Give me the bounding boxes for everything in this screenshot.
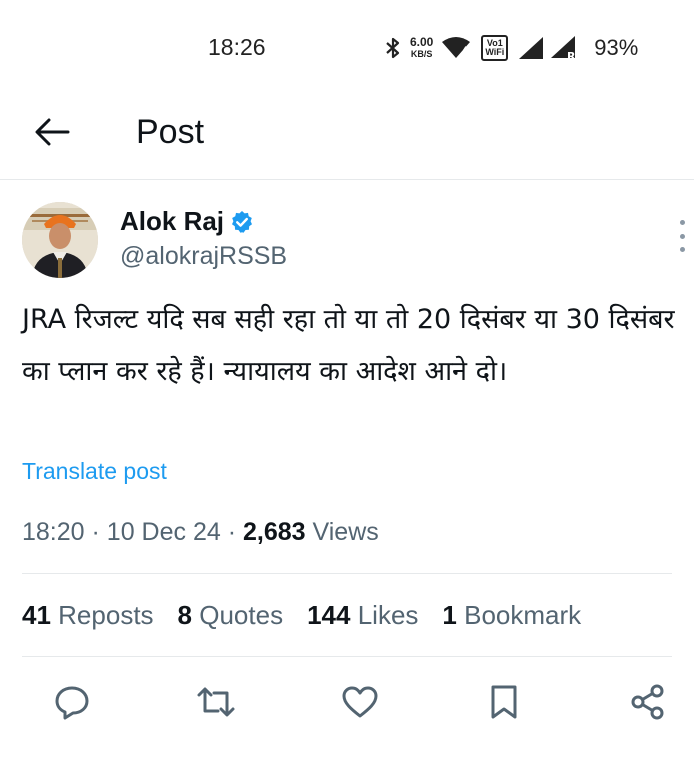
post-date: 10 Dec 24 <box>106 518 221 546</box>
more-dot-icon <box>679 220 685 225</box>
reply-button[interactable] <box>50 680 94 724</box>
meta-separator: · <box>91 518 107 546</box>
repost-button[interactable] <box>194 680 238 724</box>
likes-stat[interactable]: 144 Likes <box>307 600 418 631</box>
back-button[interactable] <box>30 110 74 154</box>
page-title: Post <box>136 113 205 151</box>
bookmark-button[interactable] <box>482 680 526 724</box>
bookmarks-stat[interactable]: 1 Bookmark <box>442 600 581 631</box>
reply-icon <box>55 686 89 720</box>
views-label[interactable]: Views <box>313 518 379 546</box>
divider <box>22 656 672 657</box>
meta-separator: · <box>227 518 243 546</box>
post-time: 18:20 <box>22 518 85 546</box>
repost-icon <box>197 687 235 717</box>
status-bar: 18:26 6.00 KB/S Vo1 WiFi R 93% <box>0 0 694 92</box>
author-name[interactable]: Alok Raj <box>120 206 254 237</box>
divider <box>22 573 672 574</box>
svg-text:R: R <box>567 50 576 61</box>
wifi-icon <box>442 37 471 58</box>
more-dot-icon <box>679 233 685 239</box>
quotes-stat[interactable]: 8 Quotes <box>178 600 284 631</box>
avatar[interactable] <box>22 202 98 278</box>
bookmark-icon <box>491 685 517 719</box>
status-time: 18:26 <box>208 34 266 60</box>
more-options-button[interactable] <box>676 220 688 252</box>
verified-badge-icon <box>232 210 253 233</box>
post-text: JRA रिजल्ट यदि सब सही रहा तो या तो 20 दि… <box>22 304 675 387</box>
like-icon <box>342 686 378 718</box>
post-stats: 41 Reposts 8 Quotes 144 Likes 1 Bookmark <box>22 600 581 631</box>
battery-percent: 93% <box>594 35 639 60</box>
post-header: Post <box>0 92 694 180</box>
post-author: Alok Raj @alokrajRSSB <box>22 200 685 280</box>
bluetooth-icon <box>386 37 400 59</box>
more-dot-icon <box>679 247 685 252</box>
arrow-left-icon <box>35 118 70 146</box>
action-bar <box>0 680 694 730</box>
post-meta: 18:20 · 10 Dec 24 · 2,683 Views <box>22 518 379 547</box>
share-button[interactable] <box>626 680 670 724</box>
signal-icon <box>519 37 544 59</box>
share-icon <box>631 684 664 720</box>
translate-post-link[interactable]: Translate post <box>22 458 167 485</box>
vowifi-badge: Vo1 WiFi <box>481 35 509 61</box>
signal-roaming-icon: R <box>551 36 576 61</box>
views-count: 2,683 <box>243 518 306 546</box>
author-handle[interactable]: @alokrajRSSB <box>120 242 287 271</box>
like-button[interactable] <box>338 680 382 724</box>
net-speed: 6.00 KB/S <box>410 35 434 59</box>
reposts-stat[interactable]: 41 Reposts <box>22 600 154 631</box>
status-icons: 6.00 KB/S Vo1 WiFi R 93% <box>384 32 638 64</box>
